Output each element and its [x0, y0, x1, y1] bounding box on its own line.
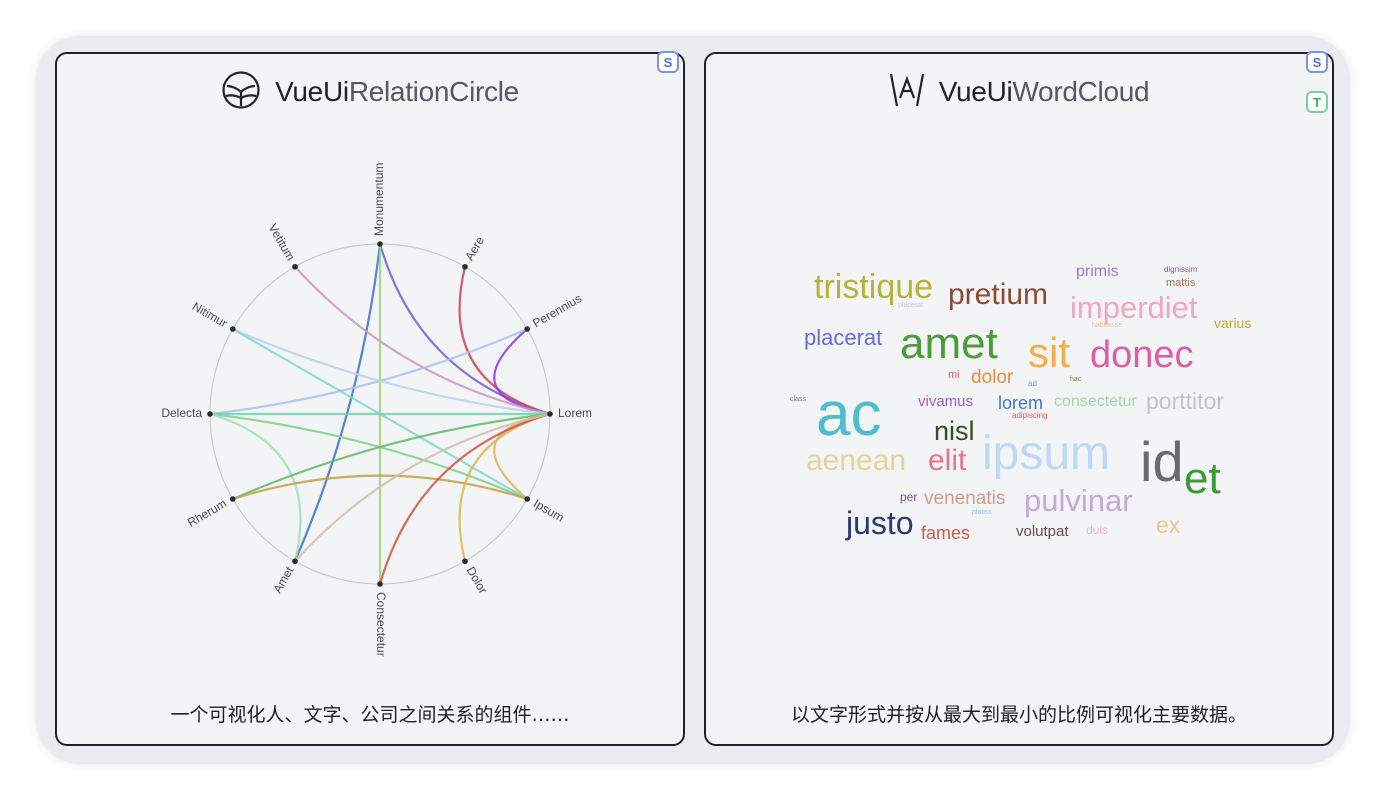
relation-label-lorem: Lorem: [558, 406, 592, 420]
badge-s-wordcloud: S: [1306, 51, 1328, 73]
cloud-word-aenean: aenean: [806, 444, 907, 477]
cloud-word-volutpat: volutpat: [1016, 523, 1069, 540]
cloud-word-placerat: placerat: [898, 302, 923, 309]
relation-label-perennius: Perennius: [530, 291, 584, 330]
relation-label-amet: Amet: [270, 564, 296, 596]
relation-label-rherum: Rherum: [185, 496, 229, 529]
cloud-word-ipsum: ipsum: [982, 427, 1111, 480]
cloud-word-justo: justo: [846, 505, 914, 541]
cloud-word-ex: ex: [1156, 512, 1181, 538]
relation-circle-card[interactable]: VueUiRelationCircle Monumentum Aere Perenn…: [55, 52, 685, 746]
cloud-word-venenatis: venenatis: [924, 488, 1006, 509]
relation-node-consectetur[interactable]: [377, 581, 383, 587]
cloud-word-consectetur: consectetur: [1054, 393, 1137, 410]
relation-label-monumentum: Monumentum: [372, 163, 386, 236]
relation-label-aere: Aere: [462, 234, 487, 263]
cloud-word-elit: elit: [928, 444, 967, 477]
cloud-word-vivamus: vivamus: [918, 393, 974, 410]
badge-s-relation: S: [657, 51, 679, 73]
cloud-word-hac: hac: [1070, 376, 1082, 383]
cloud-word-imperdiet: imperdiet: [1070, 290, 1198, 325]
relation-node-perennius[interactable]: [524, 326, 531, 332]
cloud-word-mattis: mattis: [1166, 277, 1196, 289]
relation-node-dolor[interactable]: [462, 558, 468, 565]
relation-label-ipsum: Ipsum: [531, 496, 566, 524]
cloud-word-fames: fames: [921, 523, 971, 543]
cloud-word-class: class: [790, 396, 806, 403]
cloud-word-amet: amet: [900, 319, 998, 368]
relation-label-dolor: Dolor: [464, 564, 490, 596]
cloud-word-adipiscing: adipiscing: [1012, 411, 1048, 420]
cloud-word-et: et: [1184, 454, 1221, 503]
relation-node-ipsum[interactable]: [524, 496, 531, 502]
cloud-word-platea: platea: [972, 509, 992, 516]
cloud-word-per: per: [900, 490, 918, 504]
relation-node-aere[interactable]: [462, 263, 468, 270]
relation-node-monumentum[interactable]: [377, 241, 383, 247]
relation-link-aere-lorem: [458, 266, 551, 416]
relation-node-vetitum[interactable]: [292, 263, 298, 270]
cloud-word-sit: sit: [1028, 329, 1070, 376]
relation-link-monumentum-amet: [293, 243, 382, 562]
relation-link-delecta-amet: [209, 412, 302, 562]
cloud-word-porttitor: porttitor: [1146, 388, 1224, 414]
cloud-word-dignissim: dignissim: [1164, 265, 1198, 274]
cloud-word-dolor: dolor: [971, 367, 1014, 388]
cloud-word-nisl: nisl: [934, 416, 975, 446]
cloud-word-pretium: pretium: [948, 278, 1049, 311]
cloud-word-duis: duis: [1086, 523, 1109, 537]
cloud-word-tristique: tristique: [814, 268, 934, 306]
word-cloud-chart: tristique pretium primis dignissim mattis imp…: [706, 54, 1336, 748]
relation-circle-description: 一个可视化人、文字、公司之间关系的组件……: [170, 704, 570, 726]
word-cloud-card[interactable]: VueUiWordCloud tristique pretium primis dig…: [704, 52, 1334, 746]
relation-node-delecta[interactable]: [207, 411, 213, 417]
relation-node-lorem[interactable]: [547, 411, 553, 417]
word-cloud-description: 以文字形式并按从最大到最小的比例可视化主要数据。: [790, 704, 1247, 726]
relation-node-rherum[interactable]: [229, 496, 236, 502]
cloud-word-pulvinar: pulvinar: [1024, 483, 1133, 518]
cloud-word-ac: ac: [816, 380, 882, 449]
relation-label-delecta: Delecta: [161, 406, 202, 420]
cloud-word-ad: ad: [1028, 379, 1037, 388]
relation-circle-chart: Monumentum Aere Perennius Lorem Ipsum Dolor Co…: [161, 163, 592, 657]
relation-label-nitimur: Nitimur: [190, 299, 230, 330]
cloud-word-placerat: placerat: [804, 325, 883, 350]
cloud-word-mi: mi: [948, 369, 960, 381]
cloud-word-id: id: [1140, 430, 1184, 493]
relation-node-nitimur[interactable]: [229, 326, 236, 332]
cloud-word-varius: varius: [1214, 315, 1252, 331]
badge-t-wordcloud: T: [1306, 91, 1328, 113]
relation-label-vetitum: Vetitum: [266, 221, 298, 263]
cloud-word-lorem: lorem: [998, 393, 1044, 413]
relation-label-consectetur: Consectetur: [374, 592, 388, 657]
relation-link-lorem-dolor: [458, 412, 551, 562]
cloud-word-primis: primis: [1076, 263, 1119, 280]
cloud-word-habitasse: habitasse: [1092, 322, 1122, 329]
cloud-word-donec: donec: [1090, 334, 1194, 376]
relation-node-amet[interactable]: [292, 558, 298, 565]
